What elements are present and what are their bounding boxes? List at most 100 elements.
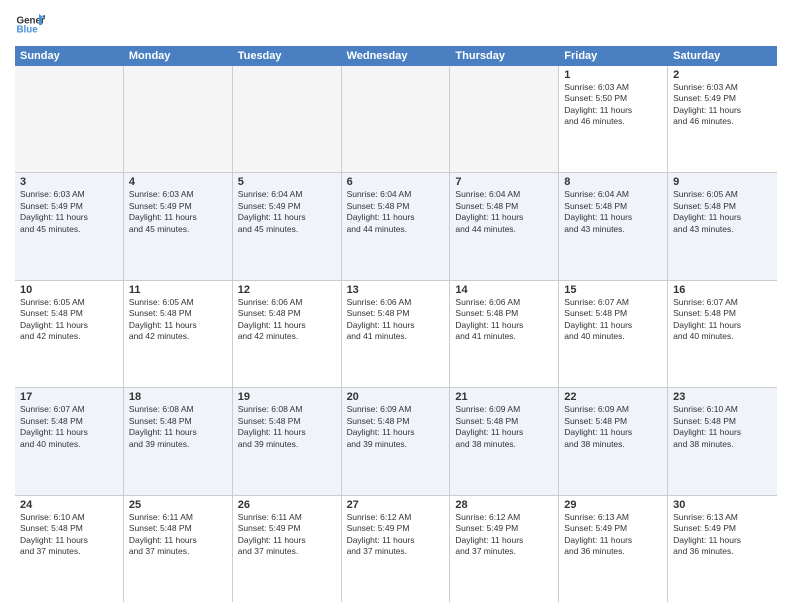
day-cell: 26Sunrise: 6:11 AM Sunset: 5:49 PM Dayli… — [233, 496, 342, 602]
day-number: 27 — [347, 499, 445, 511]
day-cell: 22Sunrise: 6:09 AM Sunset: 5:48 PM Dayli… — [559, 388, 668, 494]
header-cell-thursday: Thursday — [450, 46, 559, 66]
day-number: 19 — [238, 391, 336, 403]
day-number: 25 — [129, 499, 227, 511]
cell-info: Sunrise: 6:13 AM Sunset: 5:49 PM Dayligh… — [673, 512, 772, 558]
day-cell: 6Sunrise: 6:04 AM Sunset: 5:48 PM Daylig… — [342, 173, 451, 279]
empty-cell — [124, 66, 233, 172]
day-cell: 28Sunrise: 6:12 AM Sunset: 5:49 PM Dayli… — [450, 496, 559, 602]
calendar-header: SundayMondayTuesdayWednesdayThursdayFrid… — [15, 46, 777, 66]
cell-info: Sunrise: 6:13 AM Sunset: 5:49 PM Dayligh… — [564, 512, 662, 558]
calendar-row: 24Sunrise: 6:10 AM Sunset: 5:48 PM Dayli… — [15, 496, 777, 602]
cell-info: Sunrise: 6:03 AM Sunset: 5:49 PM Dayligh… — [20, 189, 118, 235]
svg-text:Blue: Blue — [17, 25, 39, 36]
cell-info: Sunrise: 6:10 AM Sunset: 5:48 PM Dayligh… — [20, 512, 118, 558]
day-number: 1 — [564, 69, 662, 81]
day-cell: 16Sunrise: 6:07 AM Sunset: 5:48 PM Dayli… — [668, 281, 777, 387]
cell-info: Sunrise: 6:04 AM Sunset: 5:48 PM Dayligh… — [455, 189, 553, 235]
day-number: 8 — [564, 176, 662, 188]
day-number: 6 — [347, 176, 445, 188]
day-number: 10 — [20, 284, 118, 296]
cell-info: Sunrise: 6:04 AM Sunset: 5:48 PM Dayligh… — [564, 189, 662, 235]
day-cell: 18Sunrise: 6:08 AM Sunset: 5:48 PM Dayli… — [124, 388, 233, 494]
day-cell: 25Sunrise: 6:11 AM Sunset: 5:48 PM Dayli… — [124, 496, 233, 602]
day-number: 23 — [673, 391, 772, 403]
day-number: 13 — [347, 284, 445, 296]
cell-info: Sunrise: 6:06 AM Sunset: 5:48 PM Dayligh… — [455, 297, 553, 343]
calendar-body: 1Sunrise: 6:03 AM Sunset: 5:50 PM Daylig… — [15, 66, 777, 602]
day-cell: 3Sunrise: 6:03 AM Sunset: 5:49 PM Daylig… — [15, 173, 124, 279]
header-cell-monday: Monday — [124, 46, 233, 66]
cell-info: Sunrise: 6:09 AM Sunset: 5:48 PM Dayligh… — [347, 404, 445, 450]
day-cell: 12Sunrise: 6:06 AM Sunset: 5:48 PM Dayli… — [233, 281, 342, 387]
day-cell: 4Sunrise: 6:03 AM Sunset: 5:49 PM Daylig… — [124, 173, 233, 279]
calendar-row: 10Sunrise: 6:05 AM Sunset: 5:48 PM Dayli… — [15, 281, 777, 388]
empty-cell — [15, 66, 124, 172]
day-cell: 7Sunrise: 6:04 AM Sunset: 5:48 PM Daylig… — [450, 173, 559, 279]
day-number: 3 — [20, 176, 118, 188]
logo-icon: General Blue — [15, 10, 45, 40]
day-number: 2 — [673, 69, 772, 81]
calendar: SundayMondayTuesdayWednesdayThursdayFrid… — [15, 46, 777, 602]
header-cell-saturday: Saturday — [668, 46, 777, 66]
cell-info: Sunrise: 6:06 AM Sunset: 5:48 PM Dayligh… — [347, 297, 445, 343]
day-number: 30 — [673, 499, 772, 511]
day-cell: 29Sunrise: 6:13 AM Sunset: 5:49 PM Dayli… — [559, 496, 668, 602]
calendar-row: 3Sunrise: 6:03 AM Sunset: 5:49 PM Daylig… — [15, 173, 777, 280]
day-number: 29 — [564, 499, 662, 511]
cell-info: Sunrise: 6:05 AM Sunset: 5:48 PM Dayligh… — [20, 297, 118, 343]
cell-info: Sunrise: 6:05 AM Sunset: 5:48 PM Dayligh… — [129, 297, 227, 343]
day-cell: 13Sunrise: 6:06 AM Sunset: 5:48 PM Dayli… — [342, 281, 451, 387]
cell-info: Sunrise: 6:07 AM Sunset: 5:48 PM Dayligh… — [20, 404, 118, 450]
day-number: 7 — [455, 176, 553, 188]
cell-info: Sunrise: 6:11 AM Sunset: 5:49 PM Dayligh… — [238, 512, 336, 558]
day-number: 20 — [347, 391, 445, 403]
day-cell: 20Sunrise: 6:09 AM Sunset: 5:48 PM Dayli… — [342, 388, 451, 494]
day-number: 11 — [129, 284, 227, 296]
day-cell: 5Sunrise: 6:04 AM Sunset: 5:49 PM Daylig… — [233, 173, 342, 279]
day-cell: 2Sunrise: 6:03 AM Sunset: 5:49 PM Daylig… — [668, 66, 777, 172]
day-number: 21 — [455, 391, 553, 403]
day-cell: 19Sunrise: 6:08 AM Sunset: 5:48 PM Dayli… — [233, 388, 342, 494]
day-number: 5 — [238, 176, 336, 188]
day-number: 12 — [238, 284, 336, 296]
day-number: 16 — [673, 284, 772, 296]
header: General Blue — [15, 10, 777, 40]
cell-info: Sunrise: 6:12 AM Sunset: 5:49 PM Dayligh… — [455, 512, 553, 558]
day-cell: 9Sunrise: 6:05 AM Sunset: 5:48 PM Daylig… — [668, 173, 777, 279]
day-cell: 24Sunrise: 6:10 AM Sunset: 5:48 PM Dayli… — [15, 496, 124, 602]
cell-info: Sunrise: 6:06 AM Sunset: 5:48 PM Dayligh… — [238, 297, 336, 343]
cell-info: Sunrise: 6:03 AM Sunset: 5:50 PM Dayligh… — [564, 82, 662, 128]
cell-info: Sunrise: 6:08 AM Sunset: 5:48 PM Dayligh… — [129, 404, 227, 450]
cell-info: Sunrise: 6:07 AM Sunset: 5:48 PM Dayligh… — [564, 297, 662, 343]
day-cell: 27Sunrise: 6:12 AM Sunset: 5:49 PM Dayli… — [342, 496, 451, 602]
cell-info: Sunrise: 6:05 AM Sunset: 5:48 PM Dayligh… — [673, 189, 772, 235]
cell-info: Sunrise: 6:09 AM Sunset: 5:48 PM Dayligh… — [564, 404, 662, 450]
header-cell-friday: Friday — [559, 46, 668, 66]
header-cell-tuesday: Tuesday — [233, 46, 342, 66]
day-number: 26 — [238, 499, 336, 511]
cell-info: Sunrise: 6:08 AM Sunset: 5:48 PM Dayligh… — [238, 404, 336, 450]
day-cell: 11Sunrise: 6:05 AM Sunset: 5:48 PM Dayli… — [124, 281, 233, 387]
day-number: 22 — [564, 391, 662, 403]
cell-info: Sunrise: 6:07 AM Sunset: 5:48 PM Dayligh… — [673, 297, 772, 343]
cell-info: Sunrise: 6:03 AM Sunset: 5:49 PM Dayligh… — [129, 189, 227, 235]
cell-info: Sunrise: 6:03 AM Sunset: 5:49 PM Dayligh… — [673, 82, 772, 128]
day-cell: 21Sunrise: 6:09 AM Sunset: 5:48 PM Dayli… — [450, 388, 559, 494]
cell-info: Sunrise: 6:12 AM Sunset: 5:49 PM Dayligh… — [347, 512, 445, 558]
day-cell: 30Sunrise: 6:13 AM Sunset: 5:49 PM Dayli… — [668, 496, 777, 602]
day-cell: 1Sunrise: 6:03 AM Sunset: 5:50 PM Daylig… — [559, 66, 668, 172]
empty-cell — [342, 66, 451, 172]
day-number: 24 — [20, 499, 118, 511]
empty-cell — [233, 66, 342, 172]
day-cell: 17Sunrise: 6:07 AM Sunset: 5:48 PM Dayli… — [15, 388, 124, 494]
day-cell: 8Sunrise: 6:04 AM Sunset: 5:48 PM Daylig… — [559, 173, 668, 279]
day-number: 15 — [564, 284, 662, 296]
day-number: 18 — [129, 391, 227, 403]
day-cell: 10Sunrise: 6:05 AM Sunset: 5:48 PM Dayli… — [15, 281, 124, 387]
day-number: 9 — [673, 176, 772, 188]
day-number: 4 — [129, 176, 227, 188]
logo: General Blue — [15, 10, 45, 40]
calendar-row: 17Sunrise: 6:07 AM Sunset: 5:48 PM Dayli… — [15, 388, 777, 495]
cell-info: Sunrise: 6:04 AM Sunset: 5:49 PM Dayligh… — [238, 189, 336, 235]
